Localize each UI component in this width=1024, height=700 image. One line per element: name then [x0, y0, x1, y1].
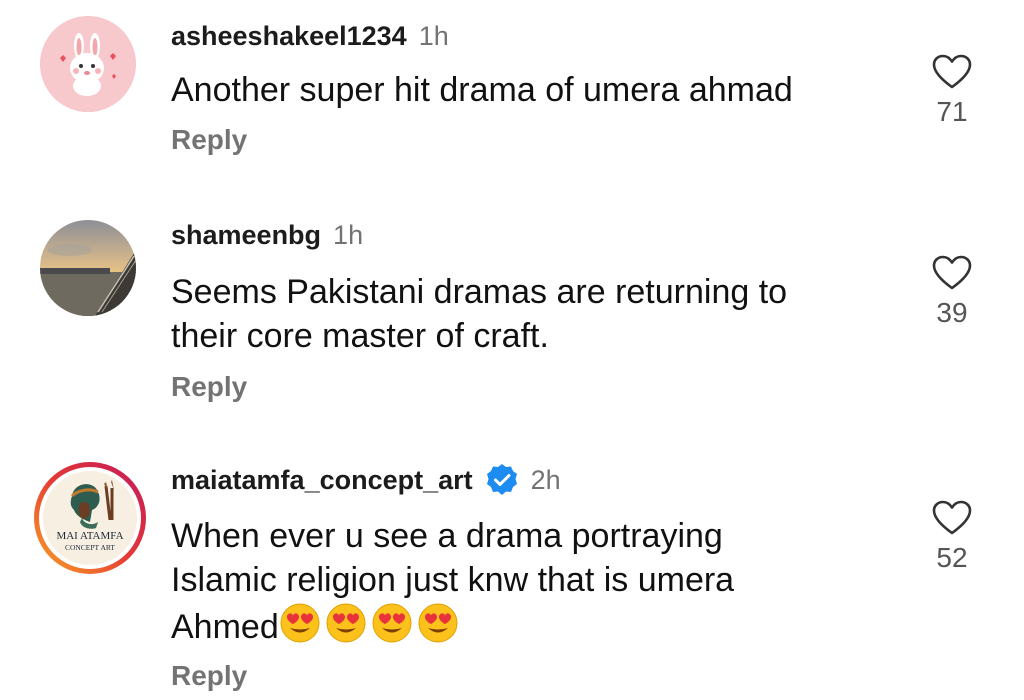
comment-meta: shameenbg 1h: [171, 215, 363, 255]
comment-meta: asheeshakeel1234 1h: [171, 16, 449, 56]
bunny-avatar-icon: [40, 16, 136, 112]
verified-badge-icon: [485, 463, 519, 497]
comment-text-line: Seems Pakistani dramas are returning to: [171, 273, 788, 311]
avatar[interactable]: [40, 220, 136, 316]
comment-meta: maiatamfa_concept_art 2h: [171, 460, 561, 500]
heart-icon[interactable]: [932, 500, 972, 536]
comment-text-line: Islamic religion just knw that is umera: [171, 561, 735, 599]
heart-eyes-emoji-icon: [280, 603, 320, 643]
username-link[interactable]: maiatamfa_concept_art: [171, 465, 473, 496]
heart-eyes-emoji-icon: [372, 603, 412, 643]
reply-button[interactable]: Reply: [171, 124, 247, 156]
comment-text-line: When ever u see a drama portraying: [171, 517, 723, 555]
sunset-photo-icon: [40, 220, 136, 316]
heart-icon[interactable]: [932, 255, 972, 291]
comment-text-line-last: Ahmed: [171, 602, 734, 649]
timestamp: 1h: [418, 20, 449, 51]
reply-button[interactable]: Reply: [171, 660, 247, 692]
comment-item: MAI ATAMFA CONCEPT ART maiatamfa_concept…: [0, 460, 1024, 700]
comment-text-word: Ahmed: [171, 608, 279, 646]
like-count: 39: [936, 297, 968, 328]
heart-eyes-emoji-icon: [326, 603, 366, 643]
logo-subtitle-text: CONCEPT ART: [65, 543, 115, 552]
comment-text-line: their core master of craft.: [171, 317, 549, 355]
comment-text-line: Another super hit drama of umera ahmad: [171, 71, 793, 109]
logo-title-text: MAI ATAMFA: [56, 530, 123, 542]
avatar[interactable]: MAI ATAMFA CONCEPT ART: [32, 460, 148, 576]
like-control: 52: [920, 500, 984, 574]
comment-text: Another super hit drama of umera ahmad: [171, 68, 793, 112]
timestamp: 1h: [333, 219, 364, 250]
username-link[interactable]: asheeshakeel1234: [171, 21, 407, 52]
comment-text: Seems Pakistani dramas are returning to …: [171, 270, 787, 358]
username-link[interactable]: shameenbg: [171, 220, 321, 251]
comment-item: shameenbg 1h Seems Pakistani dramas are …: [0, 215, 1024, 415]
like-count: 52: [936, 542, 968, 573]
like-count: 71: [936, 96, 968, 127]
emoji-group: [279, 603, 463, 646]
reply-button[interactable]: Reply: [171, 371, 247, 403]
heart-eyes-emoji-icon: [418, 603, 458, 643]
mai-atamfa-logo-icon: MAI ATAMFA CONCEPT ART: [34, 462, 146, 574]
avatar[interactable]: [40, 16, 136, 112]
heart-icon[interactable]: [932, 54, 972, 90]
comment-text: When ever u see a drama portraying Islam…: [171, 514, 734, 649]
timestamp: 2h: [530, 464, 561, 495]
like-control: 39: [920, 255, 984, 329]
like-control: 71: [920, 54, 984, 128]
comment-item: asheeshakeel1234 1h Another super hit dr…: [0, 16, 1024, 176]
